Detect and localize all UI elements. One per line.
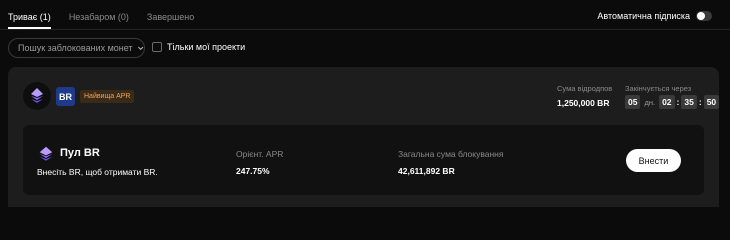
tab-completed[interactable]: Завершено <box>147 0 194 30</box>
auto-subscribe: Автоматична підписка <box>597 11 712 21</box>
status-tabs: Триває (1) Незабаром (0) Завершено <box>8 0 212 30</box>
only-my-projects-label: Тільки мої проекти <box>167 42 246 52</box>
countdown-days: 05 <box>625 95 641 109</box>
countdown-hours: 02 <box>659 95 675 109</box>
apr-value: 247.75% <box>236 166 270 176</box>
countdown: 05 дн. 02 : 35 : 50 <box>625 95 720 109</box>
only-my-projects[interactable]: Тільки мої проекти <box>152 42 245 52</box>
rewards-label: Сума відродпов <box>557 84 613 93</box>
countdown-minutes: 35 <box>681 95 697 109</box>
tab-upcoming[interactable]: Незабаром (0) <box>69 0 129 30</box>
search-locked-coins-dropdown[interactable]: Пошук заблокованих монет <box>8 38 145 58</box>
tabs-divider <box>0 29 730 30</box>
pool-description: Внесіть BR, щоб отримати BR. <box>37 167 158 177</box>
total-locked-value: 42,611,892 BR <box>398 166 455 176</box>
total-locked-label: Загальна сума блокування <box>398 149 504 159</box>
countdown-separator: : <box>698 97 702 107</box>
pool-card: Пул BR Внесіть BR, щоб отримати BR. Оріє… <box>23 125 704 195</box>
pool-title: Пул BR <box>60 147 100 159</box>
rewards-value: 1,250,000 BR <box>557 98 610 108</box>
deposit-button[interactable]: Внести <box>626 149 681 172</box>
ends-in-label: Закінчується через <box>625 84 692 93</box>
countdown-days-unit: дн. <box>644 97 656 107</box>
only-my-projects-checkbox[interactable] <box>152 42 162 52</box>
token-badge: BR <box>56 87 75 106</box>
auto-subscribe-label: Автоматична підписка <box>597 11 690 21</box>
search-dropdown-label: Пошук заблокованих монет <box>18 43 133 53</box>
tab-ongoing[interactable]: Триває (1) <box>8 0 51 30</box>
pool-token-icon <box>39 146 53 161</box>
countdown-seconds: 50 <box>703 95 720 109</box>
project-logo-icon <box>23 82 51 110</box>
auto-subscribe-toggle[interactable] <box>696 11 712 21</box>
highest-apr-tag: Найвища APR <box>80 90 135 103</box>
project-card: BR Найвища APR Сума відродпов 1,250,000 … <box>8 67 720 207</box>
countdown-separator: : <box>676 97 680 107</box>
apr-label: Орієнт. APR <box>236 149 284 159</box>
chevron-down-icon <box>137 46 143 51</box>
